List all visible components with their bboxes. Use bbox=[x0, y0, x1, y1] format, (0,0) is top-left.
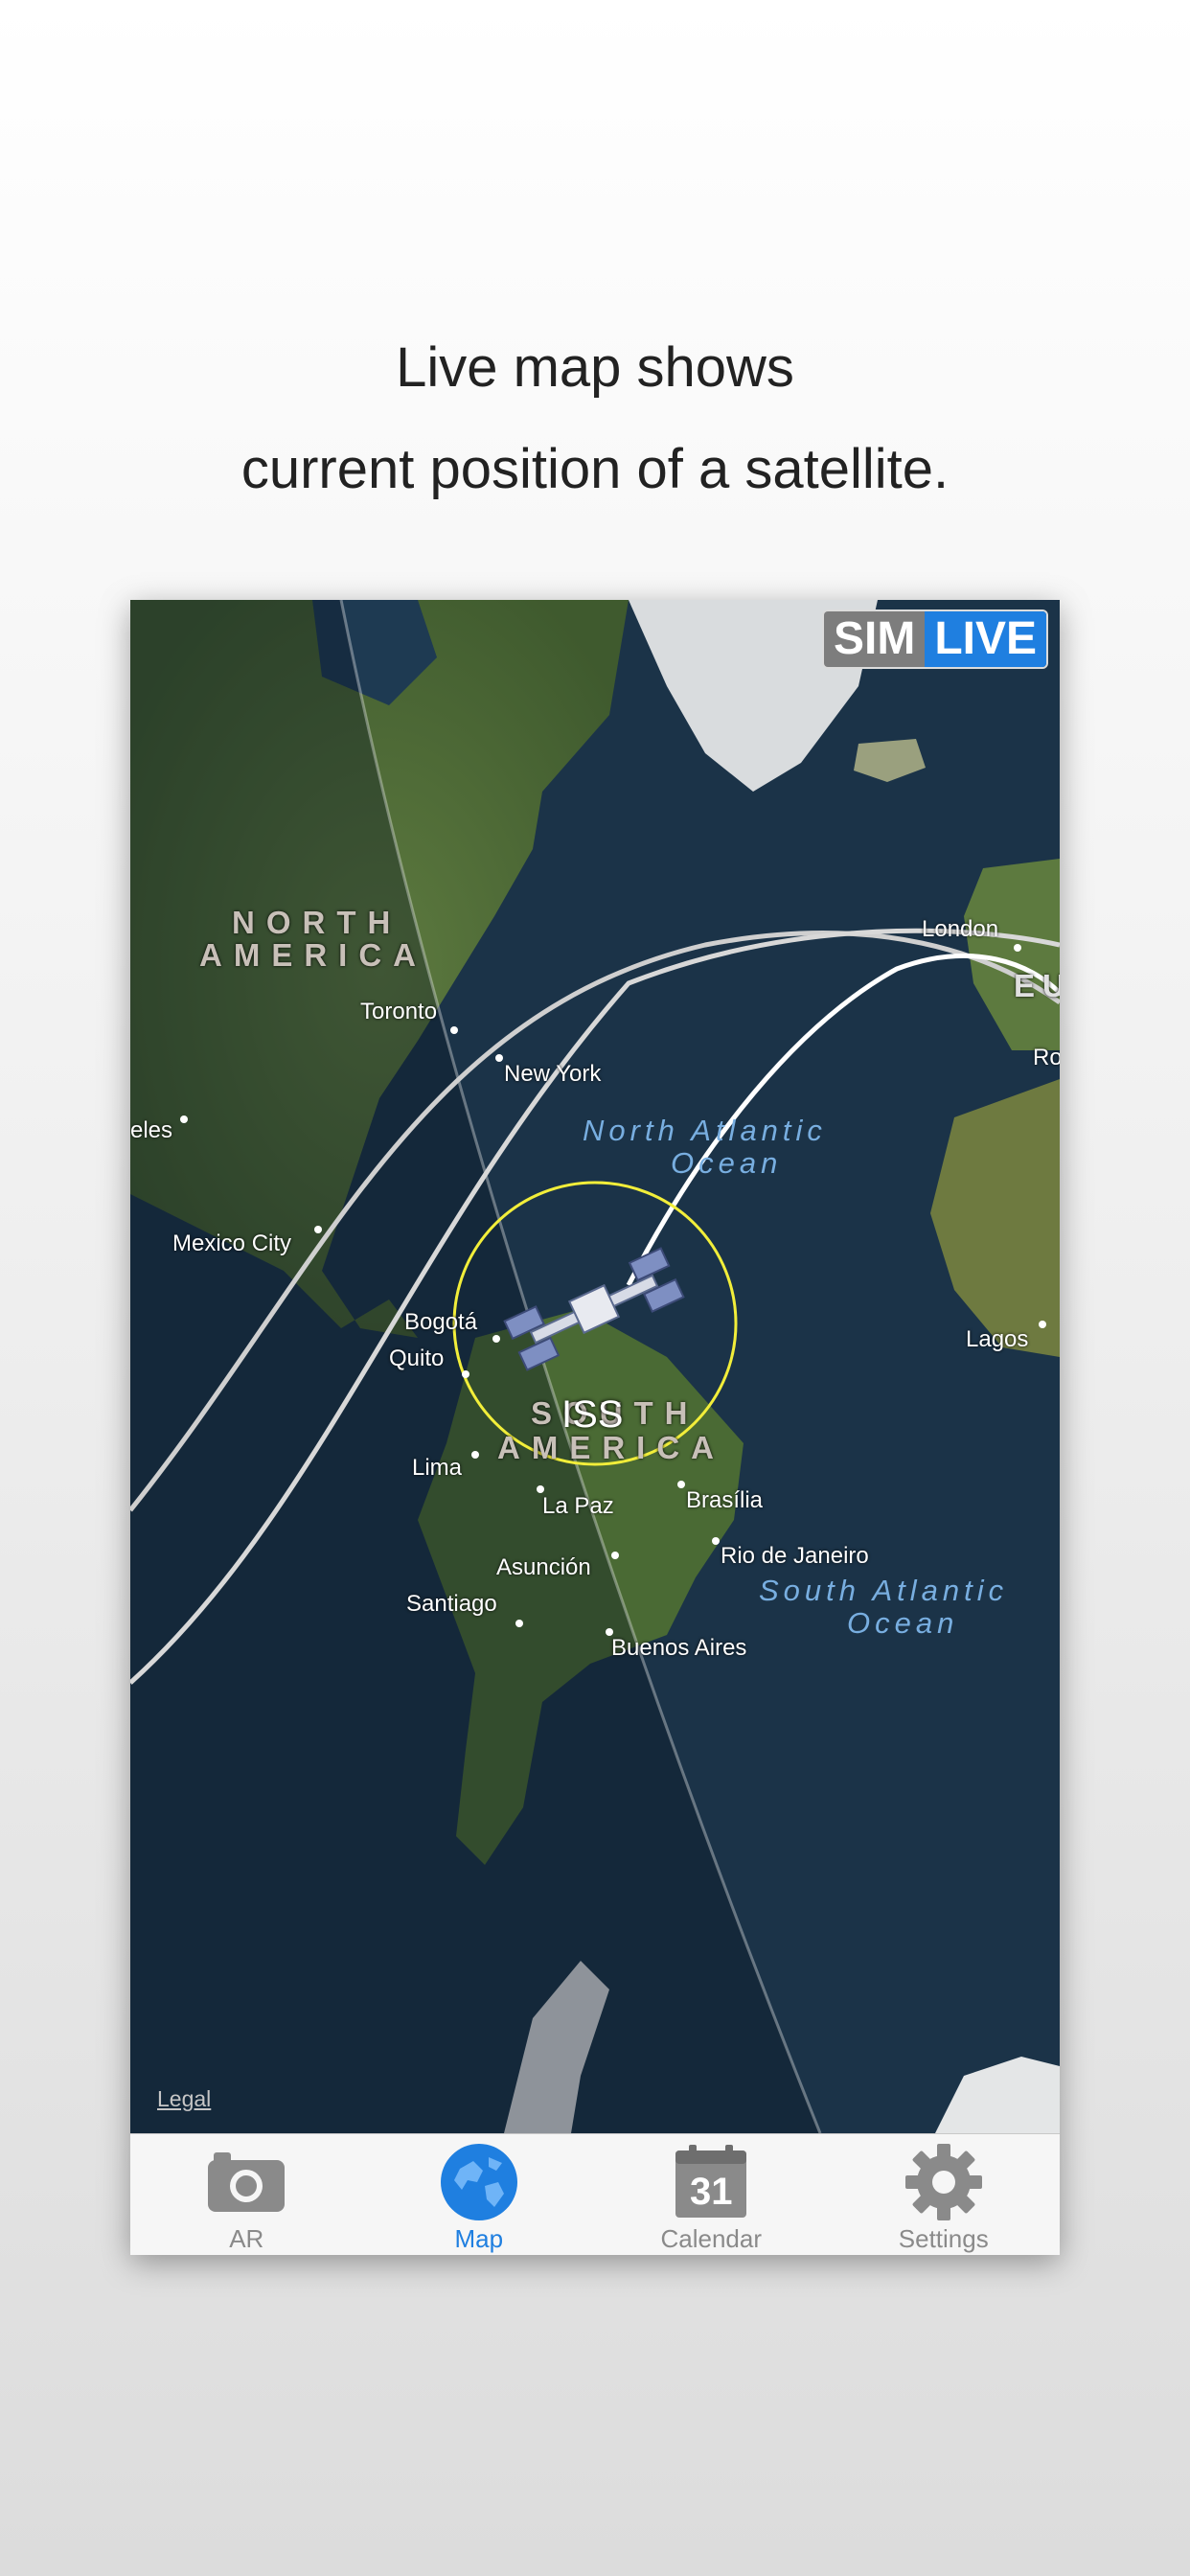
tab-ar-label: AR bbox=[229, 2224, 264, 2253]
city-label-asuncion: Asunción bbox=[496, 1554, 591, 1580]
tab-calendar-label: Calendar bbox=[660, 2224, 762, 2253]
sim-live-toggle[interactable]: SIM LIVE bbox=[821, 610, 1048, 669]
legal-link[interactable]: Legal bbox=[157, 2086, 211, 2112]
tab-ar[interactable]: AR bbox=[130, 2134, 363, 2255]
headline-line-1: Live map shows bbox=[396, 336, 794, 399]
sim-toggle-button[interactable]: SIM bbox=[823, 611, 926, 667]
city-label-rio: Rio de Janeiro bbox=[721, 1543, 869, 1569]
city-label-toronto: Toronto bbox=[360, 999, 438, 1024]
ocean-label-north-atlantic-2: Ocean bbox=[671, 1146, 783, 1180]
tab-calendar[interactable]: 31 Calendar bbox=[595, 2134, 828, 2255]
city-label-bogota: Bogotá bbox=[404, 1309, 478, 1335]
live-map[interactable]: NORTH AMERICA SOUTH AMERICA EU North Atl… bbox=[130, 600, 1060, 2133]
ocean-label-south-atlantic-2: Ocean bbox=[847, 1606, 959, 1640]
live-toggle-button[interactable]: LIVE bbox=[925, 611, 1046, 667]
ocean-label-north-atlantic-1: North Atlantic bbox=[583, 1114, 827, 1147]
continent-label-europe: EU bbox=[1014, 968, 1060, 1003]
gear-icon bbox=[904, 2142, 984, 2222]
camera-icon bbox=[206, 2142, 286, 2222]
ocean-label-south-atlantic-1: South Atlantic bbox=[759, 1574, 1009, 1607]
calendar-day-number: 31 bbox=[690, 2171, 733, 2213]
city-label-los-angeles: eles bbox=[130, 1117, 173, 1143]
city-label-la-paz: La Paz bbox=[542, 1493, 614, 1519]
city-label-mexico-city: Mexico City bbox=[172, 1230, 292, 1256]
city-label-lagos: Lagos bbox=[966, 1326, 1029, 1352]
tab-map[interactable]: Map bbox=[363, 2134, 596, 2255]
city-label-santiago: Santiago bbox=[406, 1591, 497, 1617]
globe-icon bbox=[439, 2142, 519, 2222]
city-label-lima: Lima bbox=[412, 1455, 463, 1481]
city-label-quito: Quito bbox=[389, 1346, 445, 1371]
city-label-buenos-aires: Buenos Aires bbox=[611, 1635, 747, 1661]
continent-label-north-america-2: AMERICA bbox=[199, 937, 427, 973]
city-label-new-york: New York bbox=[504, 1061, 602, 1087]
city-label-rome: Ro bbox=[1033, 1045, 1060, 1070]
city-label-brasilia: Brasília bbox=[686, 1487, 764, 1513]
phone-screen: NORTH AMERICA SOUTH AMERICA EU North Atl… bbox=[130, 600, 1060, 2255]
satellite-label-iss: ISS bbox=[561, 1393, 624, 1436]
tab-map-label: Map bbox=[454, 2224, 504, 2253]
headline-line-2: current position of a satellite. bbox=[240, 438, 950, 500]
tab-settings[interactable]: Settings bbox=[828, 2134, 1061, 2255]
continent-label-north-america-1: NORTH bbox=[232, 905, 402, 940]
tab-bar: AR Map 31 Calendar Settings bbox=[130, 2133, 1060, 2255]
tab-settings-label: Settings bbox=[898, 2224, 989, 2253]
city-label-london: London bbox=[922, 916, 999, 942]
calendar-icon: 31 bbox=[671, 2142, 751, 2222]
